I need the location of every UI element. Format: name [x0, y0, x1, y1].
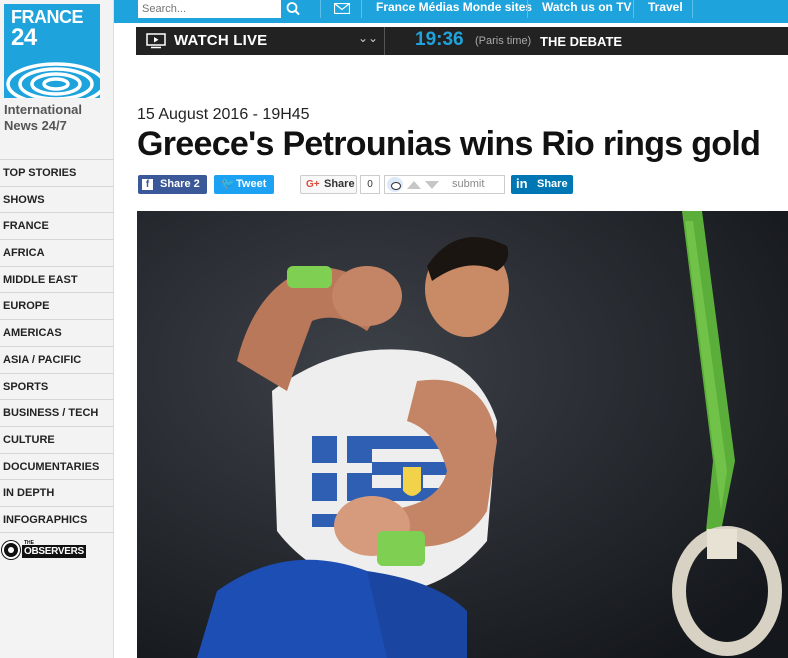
- search-icon: [286, 2, 300, 16]
- link-france-medias-monde[interactable]: France Médias Monde sites: [376, 0, 532, 18]
- live-divider: [384, 27, 385, 55]
- search-button[interactable]: [281, 0, 305, 18]
- mail-button[interactable]: [320, 0, 362, 18]
- topbar-divider: [527, 0, 528, 18]
- nav-item-sports[interactable]: SPORTS: [0, 372, 114, 400]
- chevron-down-icon[interactable]: ⌄⌄: [358, 31, 378, 45]
- google-plus-icon: G+: [306, 179, 320, 190]
- facebook-share-button[interactable]: f Share 2: [138, 175, 207, 194]
- observers-logo[interactable]: THE OBSERVERS: [2, 540, 92, 560]
- nav-item-shows[interactable]: SHOWS: [0, 185, 114, 213]
- tagline: International News 24/7: [4, 102, 83, 133]
- article-headline: Greece's Petrounias wins Rio rings gold: [137, 125, 761, 163]
- page: FRANCE 24 International News 24/7 TOP ST…: [0, 0, 788, 658]
- watch-live-bar[interactable]: WATCH LIVE ⌄⌄ 19:36 (Paris time) THE DEB…: [136, 27, 788, 55]
- link-watch-us-on-tv[interactable]: Watch us on TV: [542, 0, 632, 18]
- article-date: 15 August 2016 - 19H45: [137, 106, 310, 123]
- sidebar: FRANCE 24 International News 24/7 TOP ST…: [0, 0, 114, 658]
- nav-item-asia-pacific[interactable]: ASIA / PACIFIC: [0, 345, 114, 373]
- google-plus-share-label: Share: [324, 178, 355, 190]
- nav-item-middle-east[interactable]: MIDDLE EAST: [0, 265, 114, 293]
- tv-icon: [146, 33, 166, 49]
- gymnast-photo: [137, 211, 788, 658]
- twitter-share-label: Tweet: [236, 178, 267, 190]
- nav-item-africa[interactable]: AFRICA: [0, 239, 114, 266]
- linkedin-share-label: Share: [537, 178, 568, 190]
- nav-item-in-depth[interactable]: IN DEPTH: [0, 479, 114, 506]
- mail-icon: [334, 3, 350, 14]
- observers-word: OBSERVERS: [22, 545, 86, 558]
- article-photo: [137, 211, 788, 658]
- reddit-icon: [387, 177, 403, 192]
- downvote-arrow-icon[interactable]: [425, 181, 439, 189]
- twitter-share-button[interactable]: 🐦 Tweet: [214, 175, 274, 194]
- paris-time-label: (Paris time): [475, 35, 532, 47]
- topbar-divider: [633, 0, 634, 18]
- logo-waves-icon: [6, 62, 100, 98]
- top-bar: France Médias Monde sites Watch us on TV…: [114, 0, 788, 23]
- link-travel[interactable]: Travel: [648, 0, 683, 18]
- nav-item-business-tech[interactable]: BUSINESS / TECH: [0, 399, 114, 426]
- france24-logo[interactable]: FRANCE 24: [4, 4, 100, 98]
- reddit-submit-label: submit: [452, 178, 485, 190]
- current-show[interactable]: THE DEBATE: [540, 34, 622, 49]
- nav-item-france[interactable]: FRANCE: [0, 212, 114, 239]
- nav-item-documentaries[interactable]: DOCUMENTARIES: [0, 452, 114, 480]
- nav-item-infographics[interactable]: INFOGRAPHICS: [0, 505, 114, 533]
- nav-item-top-stories[interactable]: TOP STORIES: [0, 159, 114, 186]
- main-nav: TOP STORIES SHOWS FRANCE AFRICA MIDDLE E…: [0, 159, 114, 533]
- twitter-icon: 🐦: [221, 178, 235, 190]
- live-time: 19:36: [415, 29, 464, 50]
- eye-icon: [2, 541, 20, 559]
- search-input[interactable]: [138, 0, 281, 18]
- topbar-divider: [692, 0, 693, 18]
- facebook-icon: f: [142, 179, 153, 190]
- upvote-arrow-icon[interactable]: [407, 181, 421, 189]
- linkedin-icon: in: [516, 176, 528, 191]
- facebook-share-label: Share 2: [160, 178, 200, 190]
- nav-item-americas[interactable]: AMERICAS: [0, 319, 114, 346]
- nav-item-europe[interactable]: EUROPE: [0, 292, 114, 319]
- nav-item-culture[interactable]: CULTURE: [0, 425, 114, 453]
- linkedin-share-button[interactable]: in Share: [511, 175, 573, 194]
- reddit-submit-button[interactable]: submit: [384, 175, 505, 194]
- google-plus-share-button[interactable]: G+ Share: [300, 175, 357, 194]
- google-plus-count: 0: [360, 175, 380, 194]
- watch-live-label[interactable]: WATCH LIVE: [174, 32, 267, 49]
